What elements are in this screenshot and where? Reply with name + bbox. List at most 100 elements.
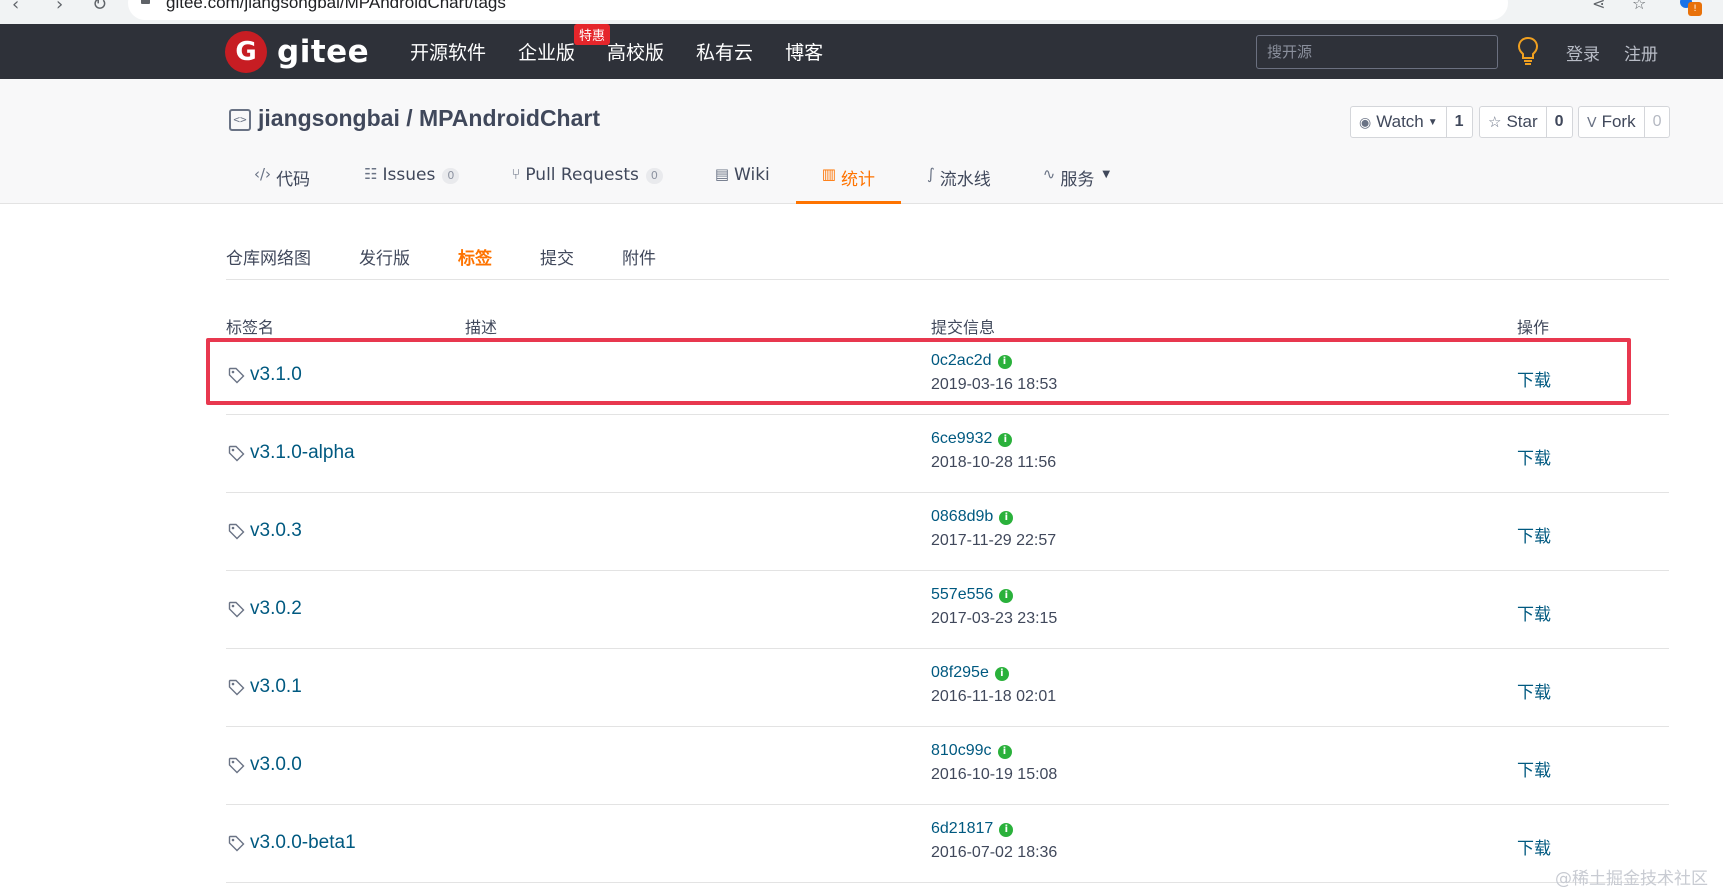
tab-pull-requests[interactable]: ⑂ Pull Requests 0 bbox=[485, 155, 689, 204]
tag-icon bbox=[228, 445, 245, 462]
download-link[interactable]: 下载 bbox=[1517, 444, 1551, 469]
tag-link[interactable]: v3.0.3 bbox=[250, 520, 302, 542]
tag-link[interactable]: v3.0.0 bbox=[250, 754, 302, 776]
subtab-releases[interactable]: 发行版 bbox=[359, 244, 410, 279]
star-button[interactable]: ☆ Star bbox=[1480, 107, 1546, 137]
nav-private-cloud[interactable]: 私有云 bbox=[696, 38, 753, 65]
share-icon[interactable]: ⋖ bbox=[1592, 0, 1605, 13]
star-group: ☆ Star 0 bbox=[1479, 106, 1573, 138]
login-link[interactable]: 登录 bbox=[1566, 40, 1600, 65]
tab-statistics[interactable]: ▥ 统计 bbox=[795, 155, 902, 204]
nav-education[interactable]: 高校版 bbox=[607, 38, 664, 65]
commit-hash-link[interactable]: 810c99c bbox=[931, 742, 992, 759]
subtab-attachments[interactable]: 附件 bbox=[622, 244, 656, 279]
nav-enterprise-label: 企业版 bbox=[518, 42, 576, 64]
commit-date: 2018-10-28 11:56 bbox=[931, 454, 1057, 471]
commit-hash-link[interactable]: 08f295e bbox=[931, 664, 989, 681]
bar-chart-icon: ▥ bbox=[821, 165, 836, 183]
info-icon[interactable]: i bbox=[997, 355, 1012, 369]
address-text[interactable]: gitee.com/jiangsongbai/MPAndroidChart/ta… bbox=[166, 0, 506, 13]
fork-icon: ⴸ bbox=[1587, 113, 1597, 130]
subtab-commits[interactable]: 提交 bbox=[540, 244, 574, 279]
download-link[interactable]: 下载 bbox=[1517, 600, 1551, 625]
commit-hash-link[interactable]: 6ce9932 bbox=[931, 430, 992, 447]
star-count[interactable]: 0 bbox=[1545, 107, 1572, 137]
star-label: Star bbox=[1506, 112, 1538, 131]
commit-hash-link[interactable]: 557e556 bbox=[931, 586, 993, 603]
nav-enterprise[interactable]: 企业版 特惠 bbox=[518, 24, 611, 65]
table-row: v3.0.3 0868d9b i 2017-11-29 22:57 下载 bbox=[226, 493, 1669, 571]
commit-hash-link[interactable]: 0c2ac2d bbox=[931, 352, 992, 369]
tab-services[interactable]: ∿ 服务 ▼ bbox=[1017, 155, 1136, 204]
tab-statistics-label: 统计 bbox=[840, 170, 875, 190]
search-input[interactable] bbox=[1256, 35, 1498, 69]
browser-toolbar: ‹ › ↻ gitee.com/jiangsongbai/MPAndroidCh… bbox=[0, 0, 1723, 24]
repo-icon: <> bbox=[229, 109, 251, 131]
fork-count[interactable]: 0 bbox=[1643, 107, 1670, 137]
site-header: G gitee 开源软件 企业版 特惠 高校版 私有云 博客 登录 注册 bbox=[0, 24, 1723, 79]
caret-down-icon: ▼ bbox=[1427, 116, 1438, 128]
header-description: 描述 bbox=[465, 318, 498, 337]
forward-icon[interactable]: › bbox=[56, 0, 63, 15]
tag-link[interactable]: v3.1.0 bbox=[250, 364, 302, 386]
repo-title[interactable]: jiangsongbai / MPAndroidChart bbox=[258, 105, 600, 132]
info-icon[interactable]: i bbox=[999, 511, 1014, 525]
commit-info: 557e556 i bbox=[931, 586, 1014, 604]
download-link[interactable]: 下载 bbox=[1517, 678, 1551, 703]
commit-hash-link[interactable]: 0868d9b bbox=[931, 508, 993, 525]
commit-info: 0868d9b i bbox=[931, 508, 1014, 526]
commit-date: 2016-10-19 15:08 bbox=[931, 766, 1058, 783]
download-link[interactable]: 下载 bbox=[1517, 834, 1551, 859]
tab-wiki[interactable]: ▤ Wiki bbox=[689, 155, 796, 204]
commit-hash-link[interactable]: 6d21817 bbox=[931, 820, 993, 837]
code-icon: ‹/› bbox=[254, 165, 272, 183]
tag-icon bbox=[228, 679, 245, 696]
gitee-logo[interactable]: G gitee bbox=[225, 31, 369, 73]
reload-icon[interactable]: ↻ bbox=[92, 0, 107, 15]
table-row: v3.0.1 08f295e i 2016-11-18 02:01 下载 bbox=[226, 649, 1669, 727]
tab-code[interactable]: ‹/› 代码 bbox=[230, 155, 338, 204]
tab-pipeline[interactable]: ∫ 流水线 bbox=[901, 155, 1017, 204]
tag-link[interactable]: v3.0.1 bbox=[250, 676, 302, 698]
watch-button[interactable]: ◉ Watch ▼ bbox=[1351, 107, 1446, 137]
tag-link[interactable]: v3.0.2 bbox=[250, 598, 302, 620]
tab-issues[interactable]: ☷ Issues 0 bbox=[338, 155, 485, 204]
bookmark-star-icon[interactable]: ☆ bbox=[1632, 0, 1646, 13]
tab-code-label: 代码 bbox=[276, 170, 311, 190]
gitee-logo-icon: G bbox=[225, 31, 267, 73]
subtab-network[interactable]: 仓库网络图 bbox=[226, 244, 311, 279]
nav-open-source[interactable]: 开源软件 bbox=[410, 38, 486, 65]
watch-group: ◉ Watch ▼ 1 bbox=[1350, 106, 1473, 138]
info-icon[interactable]: i bbox=[994, 667, 1009, 681]
tag-icon bbox=[228, 601, 245, 618]
tag-link[interactable]: v3.1.0-alpha bbox=[250, 442, 355, 464]
fork-button[interactable]: ⴸ Fork bbox=[1579, 107, 1644, 137]
register-link[interactable]: 注册 bbox=[1624, 40, 1658, 65]
lightbulb-icon[interactable] bbox=[1517, 36, 1539, 66]
tab-wiki-label: Wiki bbox=[734, 165, 770, 185]
header-commit-info: 提交信息 bbox=[931, 318, 996, 337]
fork-group: ⴸ Fork 0 bbox=[1578, 106, 1671, 138]
info-icon[interactable]: i bbox=[999, 823, 1014, 837]
watch-count[interactable]: 1 bbox=[1445, 107, 1472, 137]
info-icon[interactable]: i bbox=[999, 589, 1014, 603]
download-link[interactable]: 下载 bbox=[1517, 366, 1551, 391]
tag-link[interactable]: v3.0.0-beta1 bbox=[250, 832, 356, 854]
nav-blog[interactable]: 博客 bbox=[785, 38, 823, 65]
download-link[interactable]: 下载 bbox=[1517, 756, 1551, 781]
issues-icon: ☷ bbox=[364, 165, 378, 183]
info-icon[interactable]: i bbox=[997, 745, 1012, 759]
extension-badge-icon[interactable]: ! bbox=[1688, 2, 1702, 16]
download-link[interactable]: 下载 bbox=[1517, 522, 1551, 547]
star-icon: ☆ bbox=[1488, 114, 1502, 131]
project-header: <> jiangsongbai / MPAndroidChart ◉ Watch… bbox=[0, 79, 1723, 204]
commit-info: 0c2ac2d i bbox=[931, 352, 1012, 370]
table-row: v3.0.0 810c99c i 2016-10-19 15:08 下载 bbox=[226, 727, 1669, 805]
info-icon[interactable]: i bbox=[998, 433, 1013, 447]
commit-date: 2017-03-23 23:15 bbox=[931, 610, 1058, 627]
commit-date: 2019-03-16 18:53 bbox=[931, 376, 1058, 393]
tab-services-label: 服务 bbox=[1060, 170, 1095, 190]
tab-pipeline-label: 流水线 bbox=[939, 170, 991, 190]
back-icon[interactable]: ‹ bbox=[12, 0, 19, 15]
subtab-tags[interactable]: 标签 bbox=[458, 244, 492, 279]
